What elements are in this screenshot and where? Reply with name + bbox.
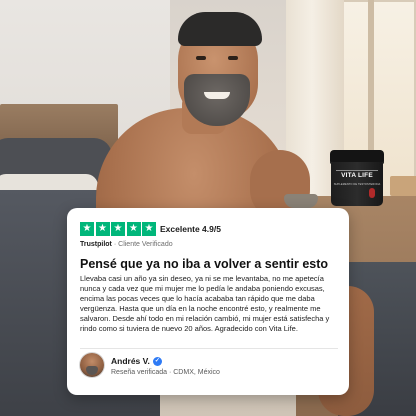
review-body: Llevaba casi un año ya sin deseo, ya ni … (80, 274, 330, 333)
author-row: Andrés V. ✓ (111, 355, 162, 367)
star-icon: ★ (80, 222, 94, 236)
man-hair (178, 12, 262, 46)
source-name: Trustpilot (80, 241, 112, 248)
author-meta: Reseña verificada · CDMX, México (111, 369, 220, 376)
rating-label: Excelente 4.9/5 (160, 224, 221, 234)
star-rating: ★ ★ ★ ★ ★ (80, 222, 156, 236)
star-icon: ★ (95, 222, 110, 236)
product-subtitle: SUPLEMENTO DE TESTOSTERONA (333, 183, 381, 186)
source-note: Cliente Verificado (118, 241, 173, 248)
book (390, 176, 416, 196)
verified-check-icon: ✓ (152, 356, 162, 366)
avatar (80, 353, 104, 377)
review-source: Trustpilot · Cliente Verificado (80, 240, 173, 250)
product-jar: VITA LIFE SUPLEMENTO DE TESTOSTERONA (330, 150, 384, 206)
label-divider (336, 170, 378, 171)
review-card: ★ ★ ★ ★ ★ Excelente 4.9/5 Trustpilot · C… (67, 208, 349, 395)
star-icon: ★ (111, 222, 125, 236)
label-accent (369, 188, 375, 198)
product-brand: VITA LIFE (341, 172, 373, 179)
author-name: Andrés V. (111, 356, 150, 366)
jar-body: VITA LIFE SUPLEMENTO DE TESTOSTERONA (331, 162, 383, 206)
man-eye-left (196, 56, 206, 60)
star-icon: ★ (126, 222, 141, 236)
source-separator: · (113, 241, 117, 248)
coffee-mug (284, 194, 318, 208)
card-divider (80, 348, 338, 349)
man-smile (204, 92, 230, 99)
avatar-beard (86, 366, 98, 375)
review-headline: Pensé que ya no iba a volver a sentir es… (80, 257, 329, 271)
man-eye-right (228, 56, 238, 60)
star-icon: ★ (142, 222, 156, 236)
ad-scene: VITA LIFE SUPLEMENTO DE TESTOSTERONA ★ ★… (0, 0, 416, 416)
